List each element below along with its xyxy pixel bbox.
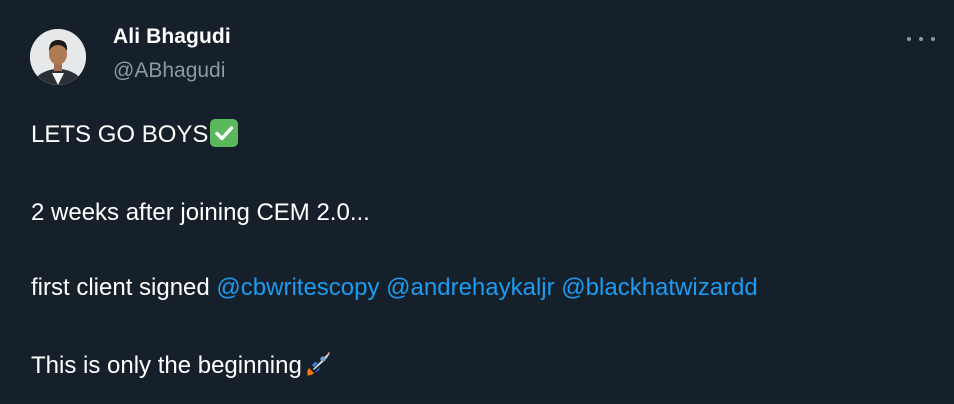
- author-name[interactable]: Ali Bhagudi: [113, 25, 231, 49]
- tweet-line-2: 2 weeks after joining CEM 2.0...: [31, 199, 370, 226]
- author-handle[interactable]: @ABhagudi: [113, 59, 225, 83]
- avatar[interactable]: [30, 29, 86, 85]
- more-dot: [931, 37, 935, 41]
- avatar-image: [30, 29, 86, 85]
- more-dot: [919, 37, 923, 41]
- tweet-line-4: This is only the beginning: [31, 349, 333, 381]
- tweet-line-3: first client signed @cbwritescopy @andre…: [31, 273, 758, 303]
- mention-link[interactable]: @cbwritescopy: [216, 274, 379, 301]
- tweet-card: Ali Bhagudi @ABhagudi LETS GO BOYS 2 wee…: [0, 0, 954, 404]
- tweet-text-1: LETS GO BOYS: [31, 121, 209, 148]
- mention-link[interactable]: @blackhatwizardd: [561, 274, 757, 301]
- tweet-text-4: This is only the beginning: [31, 352, 302, 379]
- tweet-line-1: LETS GO BOYS: [31, 119, 239, 150]
- more-dot: [907, 37, 911, 41]
- rocket-icon: [306, 352, 330, 376]
- check-mark-icon: [210, 119, 239, 147]
- mention-link[interactable]: @andrehaykaljr: [386, 274, 554, 301]
- more-options-icon[interactable]: [907, 30, 935, 48]
- tweet-text-3: first client signed: [31, 274, 210, 301]
